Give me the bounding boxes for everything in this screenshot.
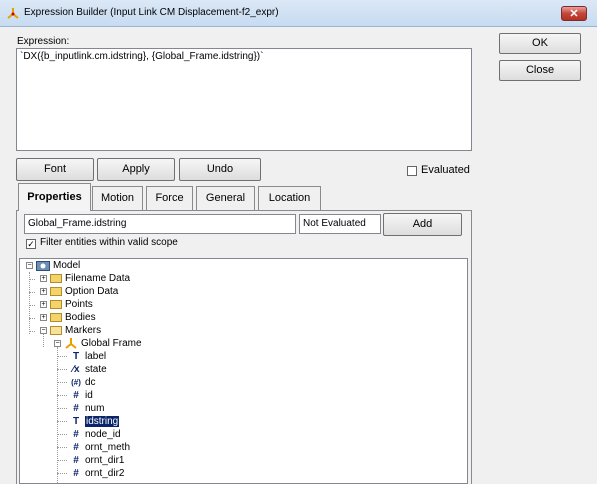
numeric-attribute-icon: # xyxy=(73,442,79,453)
numeric-attribute-icon: # xyxy=(73,455,79,466)
tree-node-label: node_id xyxy=(85,429,121,440)
tree-node-filename-data[interactable]: Filename Data xyxy=(50,272,130,285)
numeric-attribute-icon: # xyxy=(73,429,79,440)
tree-attr-label[interactable]: Tlabel xyxy=(57,350,107,363)
tree-node-label: ornt_dir2 xyxy=(85,468,125,479)
font-button[interactable]: Font xyxy=(16,158,94,181)
folder-icon xyxy=(50,273,62,283)
tree-node-label-selected: idstring xyxy=(85,416,120,427)
tree-node-label: Global Frame xyxy=(81,338,142,349)
tree-node-label: Option Data xyxy=(65,286,119,297)
numeric-attribute-icon: # xyxy=(73,468,79,479)
add-button[interactable]: Add xyxy=(383,213,462,236)
model-icon xyxy=(36,260,50,271)
tab-properties[interactable]: Properties xyxy=(18,183,91,211)
tree-node-label: label xyxy=(85,351,107,362)
tree-attr-node-id[interactable]: # node_id xyxy=(57,428,121,441)
open-folder-icon xyxy=(50,325,62,335)
tree-node-label: ornt_meth xyxy=(85,442,131,453)
folder-icon xyxy=(50,312,62,322)
close-button[interactable]: Close xyxy=(499,60,581,81)
folder-icon xyxy=(50,299,62,309)
tab-motion[interactable]: Motion xyxy=(92,186,143,210)
window-title: Expression Builder (Input Link CM Displa… xyxy=(24,7,279,18)
boolean-attribute-icon: ⁄x xyxy=(72,364,80,375)
tree-node-option-data[interactable]: Option Data xyxy=(50,285,118,298)
tree-node-label: ornt_dir1 xyxy=(85,455,125,466)
tree-attr-state[interactable]: ⁄x state xyxy=(57,363,107,376)
tree-attr-dc[interactable]: (#) dc xyxy=(57,376,96,389)
undo-button[interactable]: Undo xyxy=(179,158,261,181)
window-close-button[interactable]: ✕ xyxy=(561,6,587,21)
evaluated-label: Evaluated xyxy=(421,164,470,176)
entity-tree[interactable]: − Model + Filename Data + Option Data + … xyxy=(19,258,468,484)
numeric-attribute-icon: # xyxy=(73,390,79,401)
evaluated-checkbox[interactable] xyxy=(407,166,417,176)
tree-node-label: Filename Data xyxy=(65,273,131,284)
app-icon xyxy=(7,8,19,19)
tree-node-label: dc xyxy=(85,377,96,388)
tree-node-label: state xyxy=(85,364,107,375)
model-collapse-toggle[interactable]: − xyxy=(26,262,33,269)
tree-attr-ornt-meth[interactable]: # ornt_meth xyxy=(57,441,131,454)
numeric-list-icon: (#) xyxy=(71,378,81,387)
tree-node-label: Points xyxy=(65,299,93,310)
tree-attr-num[interactable]: # num xyxy=(57,402,105,415)
marker-icon xyxy=(65,338,77,350)
title-bar: Expression Builder (Input Link CM Displa… xyxy=(0,0,597,27)
tab-location[interactable]: Location xyxy=(258,186,321,210)
tree-node-global-frame[interactable]: Global Frame xyxy=(64,337,142,350)
tab-force[interactable]: Force xyxy=(146,186,193,210)
apply-button[interactable]: Apply xyxy=(97,158,175,181)
text-attribute-icon: T xyxy=(72,351,80,362)
tree-node-label: Model xyxy=(53,260,81,271)
expand-toggle[interactable]: + xyxy=(40,314,47,321)
tree-node-model[interactable]: Model xyxy=(36,259,80,272)
tree-node-markers[interactable]: Markers xyxy=(50,324,101,337)
tree-node-bodies[interactable]: Bodies xyxy=(50,311,96,324)
text-attribute-icon: T xyxy=(72,416,80,427)
expand-toggle[interactable]: + xyxy=(40,275,47,282)
tree-node-label: num xyxy=(85,403,105,414)
ok-button[interactable]: OK xyxy=(499,33,581,54)
selected-entity-field[interactable]: Global_Frame.idstring xyxy=(24,214,296,234)
tree-attr-ornt-dir2[interactable]: # ornt_dir2 xyxy=(57,467,125,480)
tree-node-points[interactable]: Points xyxy=(50,298,93,311)
numeric-attribute-icon: # xyxy=(73,403,79,414)
tree-attr-idstring[interactable]: Tidstring xyxy=(57,415,120,428)
expression-label: Expression: xyxy=(17,36,70,47)
folder-icon xyxy=(50,286,62,296)
expand-toggle[interactable]: + xyxy=(40,301,47,308)
tree-node-label: Markers xyxy=(65,325,102,336)
tab-general[interactable]: General xyxy=(196,186,255,210)
tree-node-label: Bodies xyxy=(65,312,96,323)
expand-toggle[interactable]: + xyxy=(40,288,47,295)
tree-attr-id[interactable]: # id xyxy=(57,389,93,402)
tree-attr-ornt-dir1[interactable]: # ornt_dir1 xyxy=(57,454,125,467)
expression-editor[interactable]: `DX({b_inputlink.cm.idstring}, {Global_F… xyxy=(16,48,472,151)
tree-node-label: id xyxy=(85,390,93,401)
expression-text: `DX({b_inputlink.cm.idstring}, {Global_F… xyxy=(20,51,264,62)
filter-scope-checkbox[interactable]: ✓ xyxy=(26,239,36,249)
collapse-toggle[interactable]: − xyxy=(54,340,61,347)
evaluation-status-field: Not Evaluated xyxy=(299,214,381,234)
collapse-toggle[interactable]: − xyxy=(40,327,47,334)
filter-scope-label: Filter entities within valid scope xyxy=(40,237,178,248)
